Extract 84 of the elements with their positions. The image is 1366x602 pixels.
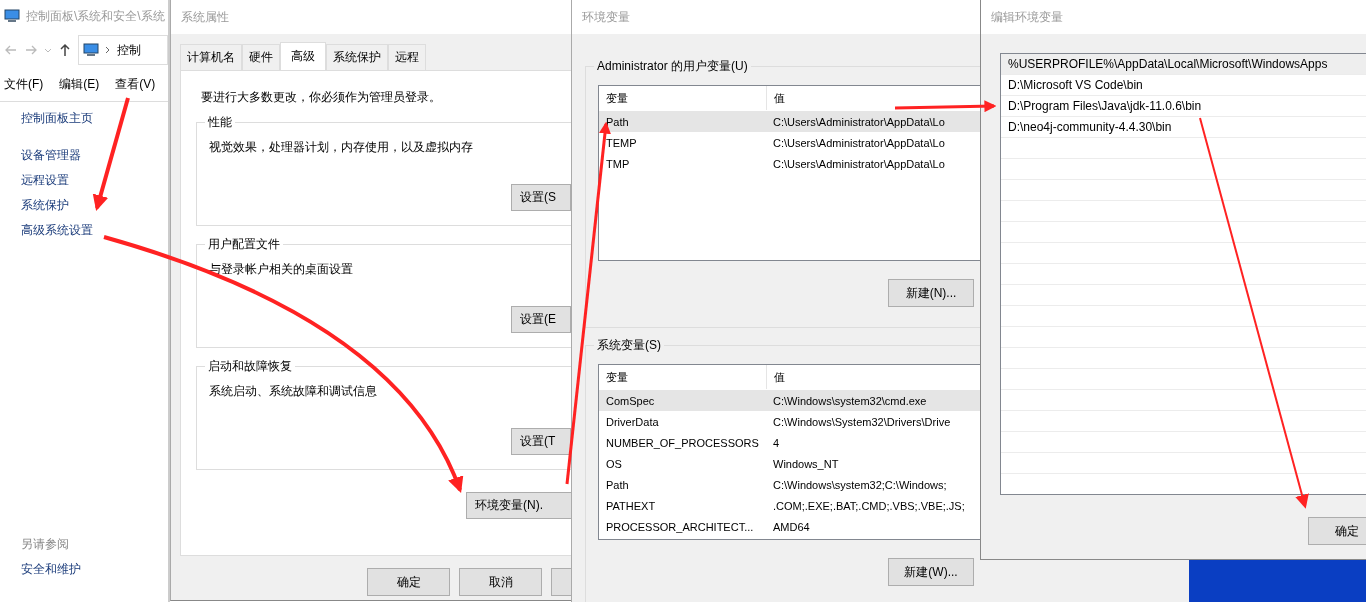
window-title: 编辑环境变量 xyxy=(991,8,1063,26)
table-row[interactable]: DriverData C:\Windows\System32\Drivers\Drive xyxy=(599,411,980,432)
settings-button[interactable]: 设置(T xyxy=(511,428,571,455)
table-row[interactable]: PROCESSOR_ARCHITECT... AMD64 xyxy=(599,516,980,537)
computer-icon xyxy=(4,9,20,23)
ok-button[interactable]: 确定 xyxy=(1308,517,1366,545)
column-header[interactable]: 变量 xyxy=(599,86,767,110)
variable-name: DriverData xyxy=(605,415,660,428)
group-title: 用户配置文件 xyxy=(205,236,283,253)
column-header[interactable]: 变量 xyxy=(599,365,767,389)
variable-value: AMD64 xyxy=(772,520,810,533)
tab[interactable]: 计算机名 xyxy=(180,44,242,70)
variable-value: 4 xyxy=(772,436,780,449)
sidebar-link[interactable]: 远程设置 xyxy=(21,168,168,193)
list-item[interactable]: D:\neo4j-community-4.4.30\bin xyxy=(1001,117,1366,138)
dialog-button[interactable]: 确定 xyxy=(367,568,451,596)
column-header[interactable]: 值 xyxy=(767,90,785,106)
window-title: 控制面板\系统和安全\系统 xyxy=(26,7,165,25)
group-description: 与登录帐户相关的桌面设置 xyxy=(209,261,354,278)
group-description: 视觉效果，处理器计划，内存使用，以及虚拟内存 xyxy=(209,139,474,156)
tab[interactable]: 高级 xyxy=(280,42,326,70)
variable-name: Path xyxy=(605,478,630,491)
sidebar-link[interactable]: 安全和维护 xyxy=(21,557,168,582)
dialog-button[interactable] xyxy=(551,568,571,596)
address-bar[interactable]: 控制 xyxy=(78,35,168,65)
group-description: 系统启动、系统故障和调试信息 xyxy=(209,383,378,400)
group-title: 性能 xyxy=(205,114,235,131)
variable-name: TEMP xyxy=(605,136,638,149)
menu-item[interactable]: 查看(V) xyxy=(115,76,156,93)
settings-button[interactable]: 设置(E xyxy=(511,306,571,333)
table-row[interactable]: TMP C:\Users\Administrator\AppData\Lo xyxy=(599,153,980,174)
new-button[interactable]: 新建(N)... xyxy=(888,279,974,307)
back-icon[interactable] xyxy=(4,43,18,57)
table-row[interactable]: OS Windows_NT xyxy=(599,453,980,474)
table-row[interactable]: ComSpec C:\Windows\system32\cmd.exe xyxy=(599,390,980,411)
settings-button[interactable]: 设置(S xyxy=(511,184,571,211)
forward-icon[interactable] xyxy=(24,43,38,57)
sidebar-link[interactable]: 设备管理器 xyxy=(21,143,168,168)
variable-value: C:\Windows\system32\cmd.exe xyxy=(772,394,927,407)
sidebar-link[interactable]: 系统保护 xyxy=(21,193,168,218)
notice-text: 要进行大多数更改，你必须作为管理员登录。 xyxy=(201,89,442,106)
list-item[interactable]: D:\Program Files\Java\jdk-11.0.6\bin xyxy=(1001,96,1366,117)
variable-name: TMP xyxy=(605,157,631,170)
variable-name: PATHEXT xyxy=(605,499,657,512)
table-row[interactable]: TEMP C:\Users\Administrator\AppData\Lo xyxy=(599,132,980,153)
variable-value: C:\Users\Administrator\AppData\Lo xyxy=(772,115,945,128)
new-button[interactable]: 新建(W)... xyxy=(888,558,974,586)
menu-item[interactable]: 编辑(E) xyxy=(59,76,100,93)
environment-variables-button[interactable]: 环境变量(N). xyxy=(466,492,571,519)
tab[interactable]: 系统保护 xyxy=(326,44,388,70)
variable-name: OS xyxy=(605,457,623,470)
column-header[interactable]: 值 xyxy=(767,369,785,385)
variable-value: C:\Users\Administrator\AppData\Lo xyxy=(772,157,945,170)
tab[interactable]: 远程 xyxy=(388,44,426,70)
variable-value: C:\Windows\system32;C:\Windows; xyxy=(772,478,947,491)
variable-value: .COM;.EXE;.BAT;.CMD;.VBS;.VBE;.JS; xyxy=(772,499,965,512)
list-item[interactable]: %USERPROFILE%\AppData\Local\Microsoft\WindowsApps xyxy=(1001,54,1366,75)
list-item[interactable]: D:\Microsoft VS Code\bin xyxy=(1001,75,1366,96)
table-row[interactable]: NUMBER_OF_PROCESSORS 4 xyxy=(599,432,980,453)
window-title: 系统属性 xyxy=(181,8,229,26)
sidebar-link[interactable]: 控制面板主页 xyxy=(21,106,168,131)
variable-value: Windows_NT xyxy=(772,457,839,470)
up-icon[interactable] xyxy=(58,43,72,57)
sidebar-link[interactable]: 高级系统设置 xyxy=(21,218,168,243)
computer-icon xyxy=(83,43,99,57)
tab[interactable]: 硬件 xyxy=(242,44,280,70)
variable-name: ComSpec xyxy=(605,394,656,407)
dialog-button[interactable]: 取消 xyxy=(459,568,543,596)
group-title: Administrator 的用户变量(U) xyxy=(594,58,751,75)
chevron-right-icon xyxy=(105,46,111,54)
variable-name: PROCESSOR_ARCHITECT... xyxy=(605,520,755,533)
group-title: 系统变量(S) xyxy=(594,337,664,354)
table-row[interactable]: Path C:\Windows\system32;C:\Windows; xyxy=(599,474,980,495)
group-title: 启动和故障恢复 xyxy=(205,358,295,375)
table-row[interactable]: Path C:\Users\Administrator\AppData\Lo xyxy=(599,111,980,132)
window-title: 环境变量 xyxy=(582,8,630,26)
variable-value: C:\Users\Administrator\AppData\Lo xyxy=(772,136,945,149)
chevron-down-icon[interactable] xyxy=(44,46,52,54)
menu-item[interactable]: 文件(F) xyxy=(4,76,44,93)
variable-value: C:\Windows\System32\Drivers\Drive xyxy=(772,415,951,428)
section-heading: 另请参阅 xyxy=(21,536,70,553)
variable-name: NUMBER_OF_PROCESSORS xyxy=(605,436,760,449)
table-row[interactable]: PATHEXT .COM;.EXE;.BAT;.CMD;.VBS;.VBE;.JS; xyxy=(599,495,980,516)
variable-name: Path xyxy=(605,115,630,128)
